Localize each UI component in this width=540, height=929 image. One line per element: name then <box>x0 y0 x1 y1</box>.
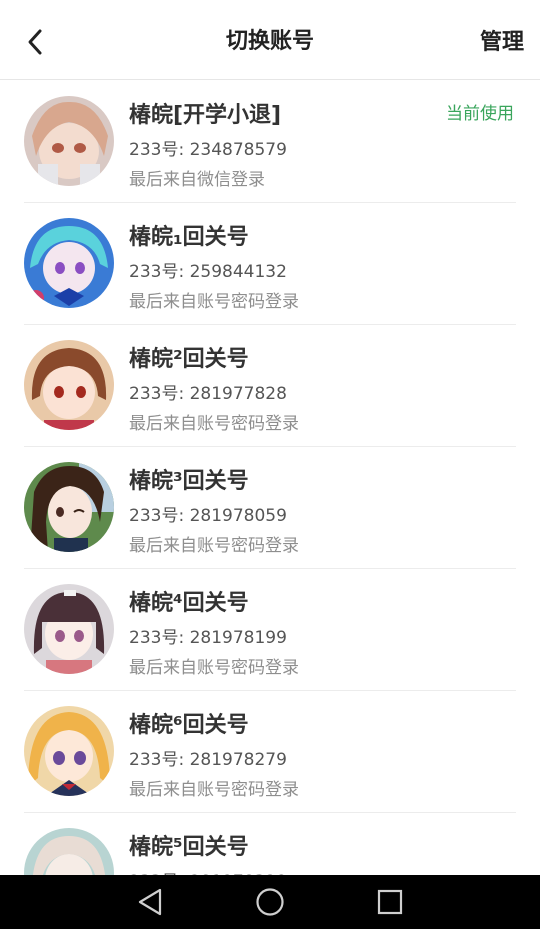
avatar <box>24 96 114 186</box>
account-id: 233号: 234878579 <box>129 140 287 160</box>
account-list: 椿皖[开学小退] 233号: 234878579 最后来自微信登录 当前使用 椿… <box>0 81 540 875</box>
account-name: 椿皖⁶回关号 <box>129 713 249 738</box>
avatar <box>24 828 114 875</box>
avatar <box>24 706 114 796</box>
account-id: 233号: 281978329 <box>129 867 287 875</box>
nav-recents-button[interactable] <box>370 882 410 922</box>
system-navigation-bar <box>0 875 540 929</box>
nav-home-button[interactable] <box>250 882 290 922</box>
avatar <box>24 462 114 552</box>
account-item[interactable]: 椿皖³回关号 233号: 281978059 最后来自账号密码登录 <box>24 447 516 569</box>
account-id: 233号: 281977828 <box>129 384 287 404</box>
circle-home-icon <box>256 888 284 916</box>
avatar <box>24 218 114 308</box>
account-id: 233号: 281978279 <box>129 750 287 770</box>
account-item[interactable]: 椿皖²回关号 233号: 281977828 最后来自账号密码登录 <box>24 325 516 447</box>
account-id: 233号: 281978199 <box>129 628 287 648</box>
nav-back-button[interactable] <box>130 882 170 922</box>
login-method: 最后来自账号密码登录 <box>129 292 299 312</box>
login-method: 最后来自账号密码登录 <box>129 536 299 556</box>
login-method: 最后来自微信登录 <box>129 170 265 190</box>
login-method: 最后来自账号密码登录 <box>129 658 299 678</box>
account-item[interactable]: 椿皖⁶回关号 233号: 281978279 最后来自账号密码登录 <box>24 691 516 813</box>
account-name: 椿皖²回关号 <box>129 347 249 372</box>
account-name: 椿皖⁵回关号 <box>129 835 249 860</box>
account-name: 椿皖³回关号 <box>129 469 249 494</box>
page-title: 切换账号 <box>225 29 314 54</box>
account-name: 椿皖[开学小退] <box>129 103 282 128</box>
account-id: 233号: 281978059 <box>129 506 287 526</box>
account-item[interactable]: 椿皖⁵回关号 233号: 281978329 <box>24 813 516 875</box>
account-id: 233号: 259844132 <box>129 262 287 282</box>
account-name: 椿皖₁回关号 <box>129 225 249 250</box>
account-item[interactable]: 椿皖[开学小退] 233号: 234878579 最后来自微信登录 当前使用 <box>24 81 516 203</box>
manage-button[interactable]: 管理 <box>480 0 524 80</box>
avatar <box>24 340 114 430</box>
current-account-badge: 当前使用 <box>446 104 514 124</box>
square-recents-icon <box>377 889 403 915</box>
account-item[interactable]: 椿皖⁴回关号 233号: 281978199 最后来自账号密码登录 <box>24 569 516 691</box>
login-method: 最后来自账号密码登录 <box>129 780 299 800</box>
triangle-back-icon <box>138 888 162 916</box>
top-app-bar: 切换账号 管理 <box>0 0 540 80</box>
avatar <box>24 584 114 674</box>
login-method: 最后来自账号密码登录 <box>129 414 299 434</box>
account-name: 椿皖⁴回关号 <box>129 591 249 616</box>
account-item[interactable]: 椿皖₁回关号 233号: 259844132 最后来自账号密码登录 <box>24 203 516 325</box>
